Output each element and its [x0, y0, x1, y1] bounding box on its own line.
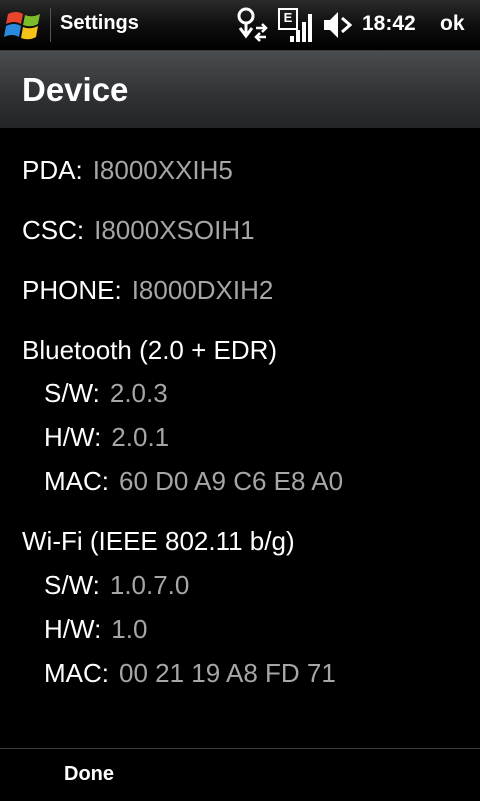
- bluetooth-sw-value: 2.0.3: [109, 378, 168, 408]
- page-title: Device: [22, 71, 129, 108]
- wifi-sw-row: S/W: 1.0.7.0: [44, 570, 189, 601]
- bluetooth-hw-row: H/W: 2.0.1: [44, 422, 169, 453]
- ok-button[interactable]: ok: [440, 12, 465, 36]
- bluetooth-heading: Bluetooth (2.0 + EDR): [22, 335, 277, 366]
- clock[interactable]: 18:42: [362, 12, 416, 36]
- csc-row: CSC: I8000XSOIH1: [22, 215, 255, 246]
- wifi-sw-value: 1.0.7.0: [109, 570, 190, 600]
- bluetooth-hw-value: 2.0.1: [111, 422, 170, 452]
- bluetooth-hw-label: H/W:: [44, 422, 102, 452]
- signal-strength-icon[interactable]: [288, 6, 314, 48]
- pda-value: I8000XXIH5: [92, 155, 233, 185]
- wifi-sw-label: S/W:: [44, 570, 100, 600]
- csc-label: CSC:: [22, 215, 85, 245]
- pda-label: PDA:: [22, 155, 83, 185]
- phone-row: PHONE: I8000DXIH2: [22, 275, 273, 306]
- bluetooth-title: Bluetooth (2.0 + EDR): [22, 335, 278, 365]
- wifi-hw-row: H/W: 1.0: [44, 614, 147, 645]
- wifi-title: Wi-Fi (IEEE 802.11 b/g): [22, 526, 295, 556]
- wifi-hw-value: 1.0: [111, 614, 148, 644]
- status-bar: Settings E 18:42 ok: [0, 0, 480, 51]
- csc-value: I8000XSOIH1: [94, 215, 255, 245]
- divider: [50, 8, 51, 42]
- windows-start-icon[interactable]: [4, 6, 46, 44]
- wifi-mac-row: MAC: 00 21 19 A8 FD 71: [44, 658, 336, 689]
- done-button[interactable]: Done: [64, 763, 114, 786]
- bluetooth-mac-label: MAC:: [44, 466, 109, 496]
- bluetooth-sw-row: S/W: 2.0.3: [44, 378, 168, 409]
- wifi-heading: Wi-Fi (IEEE 802.11 b/g): [22, 526, 295, 557]
- phone-value: I8000DXIH2: [131, 275, 274, 305]
- bluetooth-sw-label: S/W:: [44, 378, 100, 408]
- bluetooth-mac-row: MAC: 60 D0 A9 C6 E8 A0: [44, 466, 343, 497]
- bluetooth-mac-value: 60 D0 A9 C6 E8 A0: [119, 466, 344, 496]
- phone-label: PHONE:: [22, 275, 122, 305]
- wifi-hw-label: H/W:: [44, 614, 102, 644]
- connectivity-icon[interactable]: [236, 6, 270, 48]
- pda-row: PDA: I8000XXIH5: [22, 155, 233, 186]
- app-title: Settings: [60, 12, 139, 34]
- softkey-bar: Done: [0, 748, 480, 801]
- wifi-mac-label: MAC:: [44, 658, 109, 688]
- speaker-icon[interactable]: [320, 6, 354, 48]
- wifi-mac-value: 00 21 19 A8 FD 71: [119, 658, 336, 688]
- page-header: Device: [0, 51, 480, 128]
